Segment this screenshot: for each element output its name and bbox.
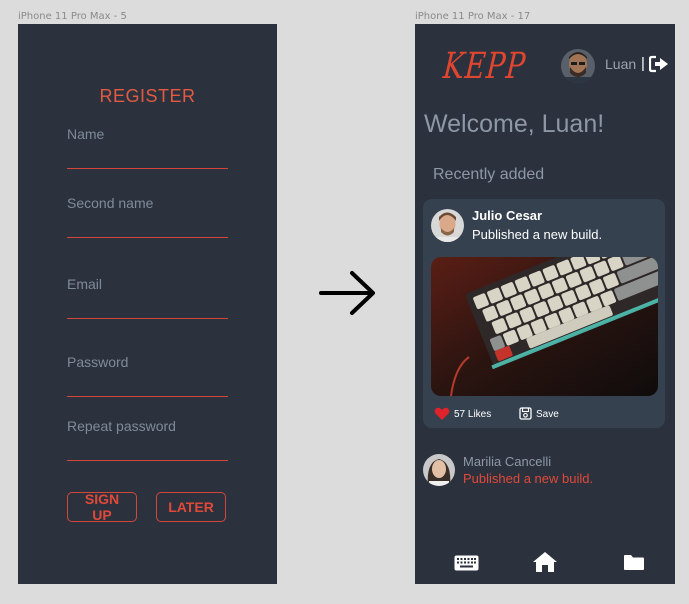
post-action: Published a new build. xyxy=(472,227,603,242)
post-card[interactable]: Julio Cesar Published a new build. 57 Li… xyxy=(423,199,665,428)
frame-label-feed: iPhone 11 Pro Max - 17 xyxy=(415,11,531,22)
feed-screen: KEPP Luan | Welcome, Luan! Recently adde… xyxy=(415,24,675,584)
name-field-underline xyxy=(67,168,228,169)
second-post-author[interactable]: Marilia Cancelli xyxy=(463,454,551,469)
password-field-underline xyxy=(67,396,228,397)
home-icon[interactable] xyxy=(532,551,558,573)
name-field-label: Name xyxy=(67,126,105,142)
logout-icon[interactable] xyxy=(649,55,669,73)
likes-count: 57 Likes xyxy=(454,409,492,420)
register-title: REGISTER xyxy=(99,86,196,106)
post-author[interactable]: Julio Cesar xyxy=(472,208,542,223)
repeat-password-field-underline xyxy=(67,460,228,461)
save-label[interactable]: Save xyxy=(536,409,559,420)
username-label: Luan xyxy=(605,56,637,72)
later-button[interactable]: LATER xyxy=(156,492,226,522)
keyboard-photo[interactable] xyxy=(431,257,658,396)
julio-avatar[interactable] xyxy=(431,209,464,242)
save-icon[interactable] xyxy=(519,407,532,420)
header-separator: | xyxy=(641,55,645,72)
heart-icon[interactable] xyxy=(434,407,450,421)
arrow-right-icon xyxy=(319,271,375,315)
register-screen: REGISTER Name Second name Email Password… xyxy=(18,24,277,584)
folder-icon[interactable] xyxy=(623,554,645,571)
keyboard-icon[interactable] xyxy=(454,555,479,571)
marilia-avatar[interactable] xyxy=(423,454,455,486)
kepp-logo: KEPP xyxy=(441,46,528,87)
repeat-password-field[interactable]: Repeat password xyxy=(67,418,228,461)
password-field-label: Password xyxy=(67,354,129,370)
email-field-underline xyxy=(67,318,228,319)
user-avatar[interactable] xyxy=(561,49,595,83)
email-field[interactable]: Email xyxy=(67,276,228,319)
welcome-heading: Welcome, Luan! xyxy=(424,110,605,138)
second-name-field[interactable]: Second name xyxy=(67,195,228,238)
second-post-action: Published a new build. xyxy=(463,471,594,486)
recently-added-heading: Recently added xyxy=(433,166,545,183)
frame-label-register: iPhone 11 Pro Max - 5 xyxy=(18,11,127,22)
second-name-field-underline xyxy=(67,237,228,238)
repeat-password-field-label: Repeat password xyxy=(67,418,176,434)
name-field[interactable]: Name xyxy=(67,126,228,169)
second-name-field-label: Second name xyxy=(67,195,154,211)
sign-up-button[interactable]: SIGN UP xyxy=(67,491,137,523)
email-field-label: Email xyxy=(67,276,103,292)
password-field[interactable]: Password xyxy=(67,354,228,397)
